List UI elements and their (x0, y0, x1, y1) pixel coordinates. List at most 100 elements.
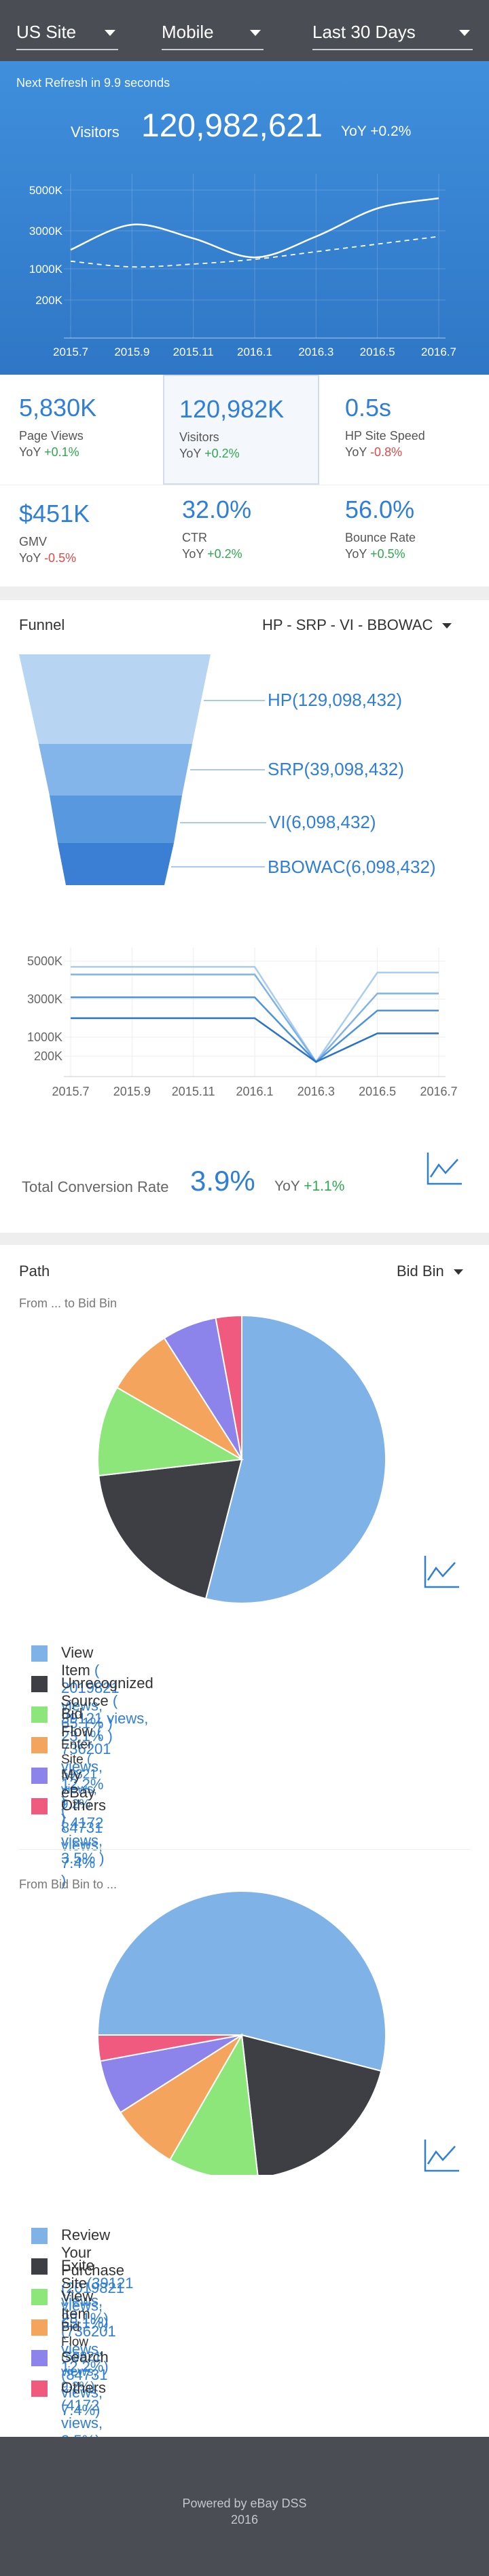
kpi-yoy-label: YoY (179, 447, 202, 460)
visitors-label: Visitors (71, 124, 120, 141)
kpi-gmv[interactable]: $451K GMV YoY -0.5% (0, 481, 156, 582)
legend-swatch (31, 1737, 48, 1753)
conversion-label: Total Conversion Rate (22, 1178, 169, 1195)
legend-detail: ( 4172 views, 3.5% ) (61, 1814, 105, 1867)
funnel-selector-label: HP - SRP - VI - BBOWAC (262, 616, 433, 633)
funnel-selector[interactable]: HP - SRP - VI - BBOWAC (262, 616, 452, 634)
to-pie-chart (96, 1890, 386, 2175)
conversion-yoy-label: YoY (274, 1178, 300, 1194)
x-tick-label: 2016.7 (421, 346, 456, 358)
x-tick-label: 2016.3 (297, 1085, 335, 1098)
kpi-yoy: YoY +0.5% (345, 547, 405, 561)
top-bar: US Site Mobile Last 30 Days (0, 0, 489, 61)
funnel-stage-vi[interactable] (50, 796, 182, 843)
x-tick-label: 2015.9 (113, 1085, 151, 1098)
kpi-grid: 5,830K Page Views YoY +0.1% 120,982K Vis… (0, 375, 489, 586)
divider (19, 1849, 470, 1850)
kpi-yoy-value: +0.2% (204, 447, 240, 460)
path-title: Path (19, 1263, 50, 1280)
footer-year: 2016 (230, 2513, 259, 2526)
legend-swatch (31, 2258, 48, 2275)
kpi-value: $451K (19, 500, 90, 527)
legend-swatch (31, 1768, 48, 1784)
kpi-name: Bounce Rate (345, 531, 416, 544)
funnel-label-bbowac: BBOWAC(6,098,432) (268, 857, 436, 877)
line-chart-icon[interactable] (425, 1149, 463, 1187)
kpi-value: 5,830K (19, 394, 97, 422)
kpi-yoy: YoY -0.8% (345, 445, 402, 460)
y-tick-label: 3000K (27, 992, 62, 1006)
funnel-label-hp: HP(129,098,432) (268, 690, 403, 710)
funnel-stage-bbowac[interactable] (58, 843, 174, 885)
legend-name: Search (61, 2349, 109, 2366)
kpi-ctr[interactable]: 32.0% CTR YoY +0.2% (163, 477, 319, 578)
kpi-yoy-value: +0.5% (370, 547, 405, 561)
legend-swatch (31, 2319, 48, 2336)
kpi-value: 0.5s (345, 394, 392, 422)
chevron-down-icon (442, 623, 452, 629)
kpi-yoy-label: YoY (19, 551, 41, 565)
x-tick-label: 2015.9 (114, 346, 149, 358)
kpi-bounce-rate[interactable]: 56.0% Bounce Rate YoY +0.5% (326, 477, 482, 578)
line-chart-icon[interactable] (422, 1552, 460, 1590)
path-selector[interactable]: Bid Bin (397, 1263, 463, 1280)
path-selector-label: Bid Bin (397, 1263, 444, 1280)
kpi-yoy-value: +0.2% (207, 547, 242, 561)
chevron-down-icon (459, 30, 470, 36)
kpi-name: GMV (19, 535, 48, 548)
path-card: Path Bid Bin From ... to Bid Bin View It… (0, 1245, 489, 2449)
kpi-hp-site-speed[interactable]: 0.5s HP Site Speed YoY -0.8% (326, 375, 482, 477)
device-select[interactable]: Mobile (162, 18, 264, 50)
kpi-page-views[interactable]: 5,830K Page Views YoY +0.1% (0, 375, 156, 477)
kpi-yoy-label: YoY (345, 445, 367, 459)
kpi-yoy-value: -0.8% (370, 445, 403, 459)
funnel-diagram (19, 654, 266, 885)
kpi-yoy: YoY +0.1% (19, 445, 79, 460)
funnel-stage-hp[interactable] (19, 654, 211, 744)
device-select-label: Mobile (162, 22, 214, 42)
from-pie-chart (97, 1314, 386, 1604)
y-tick-label: 200K (35, 294, 62, 307)
site-select[interactable]: US Site (16, 18, 118, 50)
visitors-trend-chart: 2015.7 2015.9 2015.11 2016.1 2016.3 2016.5 201… (29, 174, 456, 358)
x-tick-label: 2016.1 (236, 1085, 273, 1098)
kpi-name: CTR (182, 531, 207, 544)
legend-swatch (31, 1798, 48, 1814)
kpi-yoy-value: +0.1% (44, 445, 79, 459)
kpi-name: Visitors (179, 430, 219, 444)
kpi-name: HP Site Speed (345, 429, 425, 443)
x-tick-label: 2015.11 (173, 346, 214, 358)
legend-name: Bid Flow (61, 1705, 93, 1740)
chevron-down-icon (105, 30, 115, 36)
legend-name: Others (61, 2379, 107, 2396)
x-tick-label: 2015.11 (172, 1085, 215, 1098)
kpi-yoy-label: YoY (345, 547, 367, 561)
chevron-down-icon (453, 1269, 463, 1275)
kpi-name: Page Views (19, 429, 84, 443)
funnel-label-vi: VI(6,098,432) (269, 812, 376, 832)
legend-text: Others ( 4172 views, 3.5% ) (61, 1797, 106, 1867)
y-tick-label: 1000K (29, 263, 63, 276)
legend-swatch (31, 1706, 48, 1723)
line-chart-icon[interactable] (422, 2135, 460, 2173)
visitors-value: 120,982,621 (141, 108, 323, 144)
range-select-label: Last 30 Days (312, 22, 416, 42)
funnel-stage-srp[interactable] (39, 744, 192, 796)
range-select[interactable]: Last 30 Days (312, 18, 473, 50)
legend-name: Others (61, 1797, 107, 1814)
refresh-countdown: Next Refresh in 9.9 seconds (16, 76, 170, 90)
kpi-value: 32.0% (182, 496, 252, 523)
kpi-value: 120,982K (179, 395, 285, 423)
x-tick-label: 2015.7 (53, 346, 88, 358)
funnel-title: Funnel (19, 616, 65, 633)
legend-name: My eBay (61, 1766, 96, 1801)
kpi-visitors[interactable]: 120,982K Visitors YoY +0.2% (163, 375, 319, 485)
legend-swatch (31, 2289, 48, 2305)
funnel-card: Funnel HP - SRP - VI - BBOWAC HP(129,098… (0, 600, 489, 1233)
kpi-yoy-label: YoY (19, 445, 41, 459)
chevron-down-icon (250, 30, 261, 36)
legend-swatch (31, 2350, 48, 2366)
y-tick-label: 3000K (29, 225, 63, 238)
legend-swatch (31, 2228, 48, 2244)
kpi-yoy: YoY +0.2% (179, 447, 240, 461)
